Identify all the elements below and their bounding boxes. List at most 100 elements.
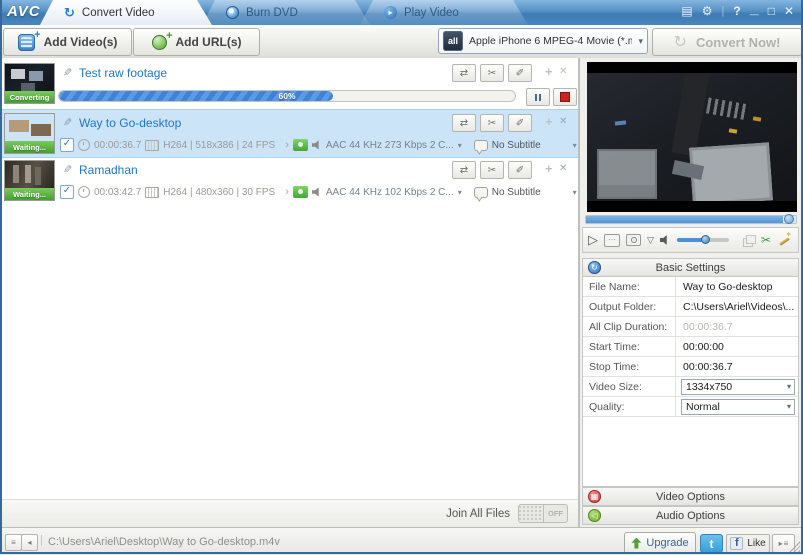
clip-button[interactable]: ✂ [480,114,504,132]
quality-dropdown[interactable]: Normal▾ [681,399,795,415]
setting-label: Start Time: [583,337,676,356]
chevron-down-icon[interactable]: ▾ [573,141,577,150]
mute-button[interactable] [660,235,671,246]
title-bar: AVC ↻ Convert Video Burn DVD ▸ Play Vide… [0,0,803,26]
video-thumbnail[interactable]: Waiting... [4,160,55,201]
app-logo: AVC [7,3,41,20]
preview-frame [587,73,797,201]
play-circle-icon: ▸ [384,6,397,19]
video-size-dropdown[interactable]: 1334x750▾ [681,379,795,395]
video-title[interactable]: Ramadhan [79,163,138,177]
add-urls-button[interactable]: + Add URL(s) [133,28,260,56]
video-preview[interactable] [587,62,797,212]
remove-icon[interactable]: ✕ [559,163,567,174]
video-track-icon [293,139,308,151]
pause-button[interactable] [526,88,550,106]
tab-play-video[interactable]: ▸ Play Video [360,0,528,25]
video-size-value: 1334x750 [686,381,732,393]
minimize-button[interactable]: — [750,7,759,21]
chevron-down-icon[interactable]: ▾ [573,188,577,197]
remove-icon[interactable]: ✕ [559,116,567,127]
tab-burn-dvd[interactable]: Burn DVD [202,0,370,25]
output-folder-field[interactable]: C:\Users\Ariel\Videos\... [676,297,798,316]
globe-add-icon: + [152,35,167,50]
add-videos-label: Add Video(s) [44,35,118,49]
swap-output-button[interactable]: ⇄ [452,161,476,179]
video-title[interactable]: Way to Go-desktop [79,116,181,130]
basic-settings-header[interactable]: ↻ Basic Settings [582,258,799,277]
twitter-button[interactable]: t [700,534,723,553]
clock-icon [78,139,90,151]
like-label: Like [747,538,765,549]
subtitle-dropdown[interactable]: No Subtitle [492,187,541,198]
video-thumbnail[interactable]: Converting [4,63,55,104]
volume-slider[interactable] [677,238,729,242]
select-checkbox[interactable]: ✓ [60,138,74,152]
join-all-files-toggle[interactable]: OFF [518,504,568,523]
seek-knob[interactable] [784,214,794,224]
select-checkbox[interactable]: ✓ [60,185,74,199]
snapshot-button[interactable] [626,234,641,246]
basic-settings-table: File Name: Way to Go-desktop Output Fold… [582,277,799,487]
list-item-converting[interactable]: Converting ✎ Test raw footage ⇄ ✂ ✐ + ✕ … [2,60,578,110]
play-button[interactable]: ▷ [588,232,598,248]
output-format-dropdown[interactable]: all Apple iPhone 6 MPEG-4 Movie (*.mp4) … [438,28,648,54]
start-time-field[interactable]: 00:00:00 [676,337,798,356]
convert-now-button[interactable]: ↻ Convert Now! [652,28,802,56]
gear-icon[interactable]: ⚙ [702,4,713,18]
clip-preview-button[interactable]: ✂ [761,233,771,247]
effects-wand-button[interactable] [777,233,792,247]
chevron-down-button[interactable]: ▽ [647,235,654,246]
rename-icon[interactable]: ✎ [63,163,72,176]
help-button[interactable]: ? [733,4,740,18]
expand-icon[interactable]: + [545,161,553,176]
audio-options-header[interactable]: ◁ Audio Options [582,506,799,525]
volume-knob[interactable] [701,235,710,244]
frame-button[interactable]: ··· [604,234,620,247]
video-title[interactable]: Test raw footage [79,66,167,80]
rename-icon[interactable]: ✎ [63,66,72,79]
audio-track-dropdown[interactable]: AAC 44 KHz 273 Kbps 2 C... [326,140,454,151]
effects-button[interactable]: ✐ [508,114,532,132]
swap-output-button[interactable]: ⇄ [452,114,476,132]
effects-button[interactable]: ✐ [508,161,532,179]
stop-time-field[interactable]: 00:00:36.7 [676,357,798,376]
facebook-like-button[interactable]: f Like [726,534,770,553]
list-item-selected[interactable]: Waiting... ✎ Way to Go-desktop ⇄ ✂ ✐ + ✕… [2,109,578,158]
setting-label: Quality: [583,397,676,416]
bookmark-button[interactable] [743,235,755,246]
video-thumbnail[interactable]: Waiting... [4,113,55,154]
filename-field[interactable]: Way to Go-desktop [676,277,798,296]
chevron-down-icon[interactable]: ▾ [458,141,462,150]
collapse-button[interactable]: ◂ [21,534,38,551]
upgrade-button[interactable]: Upgrade [624,532,696,554]
setting-label: All Clip Duration: [583,317,676,336]
close-button[interactable]: ✕ [784,4,794,18]
rename-icon[interactable]: ✎ [63,116,72,129]
chevron-down-icon[interactable]: ▾ [458,188,462,197]
list-view-button[interactable]: ≡ [5,534,22,551]
audio-options-icon: ◁ [588,509,601,522]
quality-value: Normal [686,401,720,413]
feedback-icon[interactable]: ▤ [681,4,692,18]
upgrade-label: Upgrade [646,537,688,549]
maximize-button[interactable]: □ [768,4,775,18]
stop-button[interactable] [553,88,577,106]
seek-bar[interactable] [585,215,797,224]
subtitle-dropdown[interactable]: No Subtitle [492,140,541,151]
selected-file-path: C:\Users\Ariel\Desktop\Way to Go-desktop… [48,536,280,548]
add-videos-button[interactable]: + Add Video(s) [3,28,132,56]
video-options-header[interactable]: ▦ Video Options [582,487,799,506]
audio-track-dropdown[interactable]: AAC 44 KHz 102 Kbps 2 C... [326,187,454,198]
remove-icon[interactable]: ✕ [559,66,567,77]
expand-icon[interactable]: + [545,64,553,79]
clip-button[interactable]: ✂ [480,64,504,82]
effects-button[interactable]: ✐ [508,64,532,82]
list-item[interactable]: Waiting... ✎ Ramadhan ⇄ ✂ ✐ + ✕ ✓ 00:03:… [2,157,578,204]
clip-button[interactable]: ✂ [480,161,504,179]
expand-icon[interactable]: + [545,114,553,129]
all-formats-icon: all [443,31,463,51]
tab-convert-video[interactable]: ↻ Convert Video [40,0,212,25]
swap-output-button[interactable]: ⇄ [452,64,476,82]
all-clip-duration-value: 00:00:36.7 [676,317,798,336]
